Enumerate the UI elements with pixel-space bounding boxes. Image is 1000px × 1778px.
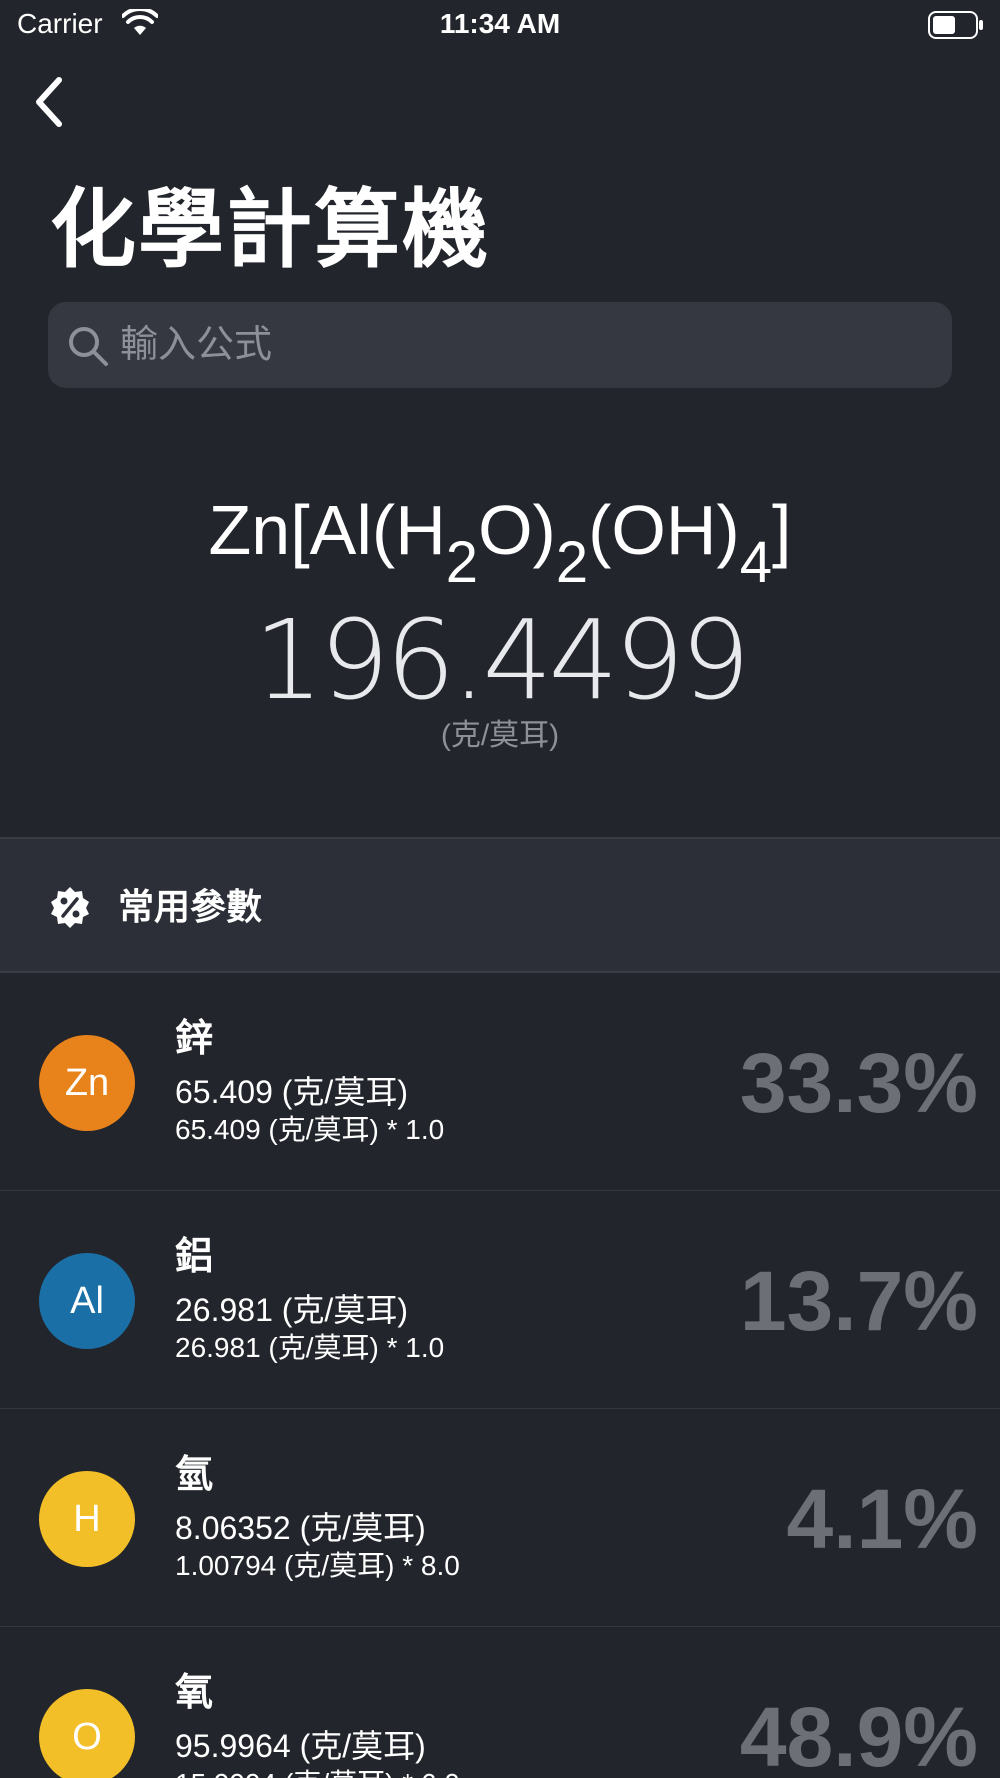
element-calculation: 1.00794 (克/莫耳) * 8.0 bbox=[175, 1550, 460, 1581]
element-mass: 8.06352 (克/莫耳) bbox=[175, 1510, 426, 1546]
element-badge: Al bbox=[39, 1253, 135, 1349]
page-title: 化學計算機 bbox=[50, 182, 490, 278]
formula-search-input[interactable] bbox=[120, 302, 940, 388]
element-row-h[interactable]: H 氫 8.06352 (克/莫耳) 1.00794 (克/莫耳) * 8.0 … bbox=[0, 1409, 1000, 1627]
element-percent: 33.3% bbox=[739, 1036, 978, 1130]
percent-badge-icon bbox=[51, 887, 89, 928]
element-badge: O bbox=[39, 1689, 135, 1778]
formula-subscript: 4 bbox=[739, 530, 772, 595]
formula-subscript: 2 bbox=[445, 530, 479, 595]
formula-part: Zn[Al(H bbox=[208, 491, 446, 569]
element-calculation: 26.981 (克/莫耳) * 1.0 bbox=[175, 1332, 445, 1363]
status-bar: Carrier 11:34 AM bbox=[0, 0, 1000, 50]
element-mass: 65.409 (克/莫耳) bbox=[175, 1074, 408, 1110]
element-name: 氫 bbox=[175, 1454, 214, 1496]
element-row-zn[interactable]: Zn 鋅 65.409 (克/莫耳) 65.409 (克/莫耳) * 1.0 3… bbox=[0, 973, 1000, 1191]
element-badge: Zn bbox=[39, 1035, 135, 1131]
formula-part: O) bbox=[478, 491, 556, 569]
formula-subscript: 2 bbox=[555, 530, 589, 595]
element-mass: 95.9964 (克/莫耳) bbox=[175, 1728, 426, 1764]
common-parameters-row[interactable]: 常用參數 bbox=[0, 837, 1000, 973]
common-parameters-label: 常用參數 bbox=[118, 886, 263, 927]
element-name: 鋅 bbox=[175, 1018, 214, 1060]
element-percent: 13.7% bbox=[739, 1254, 978, 1348]
element-mass: 26.981 (克/莫耳) bbox=[175, 1292, 408, 1328]
molar-mass-value: 196.4499 bbox=[253, 596, 751, 724]
battery-icon bbox=[928, 11, 983, 39]
clock: 11:34 AM bbox=[439, 8, 561, 39]
chevron-left-icon bbox=[36, 77, 62, 127]
element-percent: 48.9% bbox=[739, 1690, 978, 1778]
element-row-o[interactable]: O 氧 95.9964 (克/莫耳) 15.9994 (克/莫耳) * 6.0 … bbox=[0, 1627, 1000, 1778]
formula-part: (OH) bbox=[588, 491, 740, 569]
element-name: 氧 bbox=[175, 1672, 214, 1714]
element-list: Zn 鋅 65.409 (克/莫耳) 65.409 (克/莫耳) * 1.0 3… bbox=[0, 973, 1000, 1778]
chemical-formula: Zn[Al(H2O)2(OH)4] bbox=[0, 490, 1000, 595]
molar-mass-unit: (克/莫耳) bbox=[440, 719, 560, 752]
formula-part: ] bbox=[771, 491, 792, 569]
back-button[interactable] bbox=[24, 72, 72, 132]
element-percent: 4.1% bbox=[786, 1472, 978, 1566]
element-row-al[interactable]: Al 鋁 26.981 (克/莫耳) 26.981 (克/莫耳) * 1.0 1… bbox=[0, 1191, 1000, 1409]
element-calculation: 15.9994 (克/莫耳) * 6.0 bbox=[175, 1767, 460, 1778]
element-badge: H bbox=[39, 1471, 135, 1567]
element-name: 鋁 bbox=[175, 1236, 214, 1278]
element-calculation: 65.409 (克/莫耳) * 1.0 bbox=[175, 1114, 445, 1145]
search-icon bbox=[69, 327, 108, 366]
search-bar[interactable] bbox=[48, 302, 952, 388]
